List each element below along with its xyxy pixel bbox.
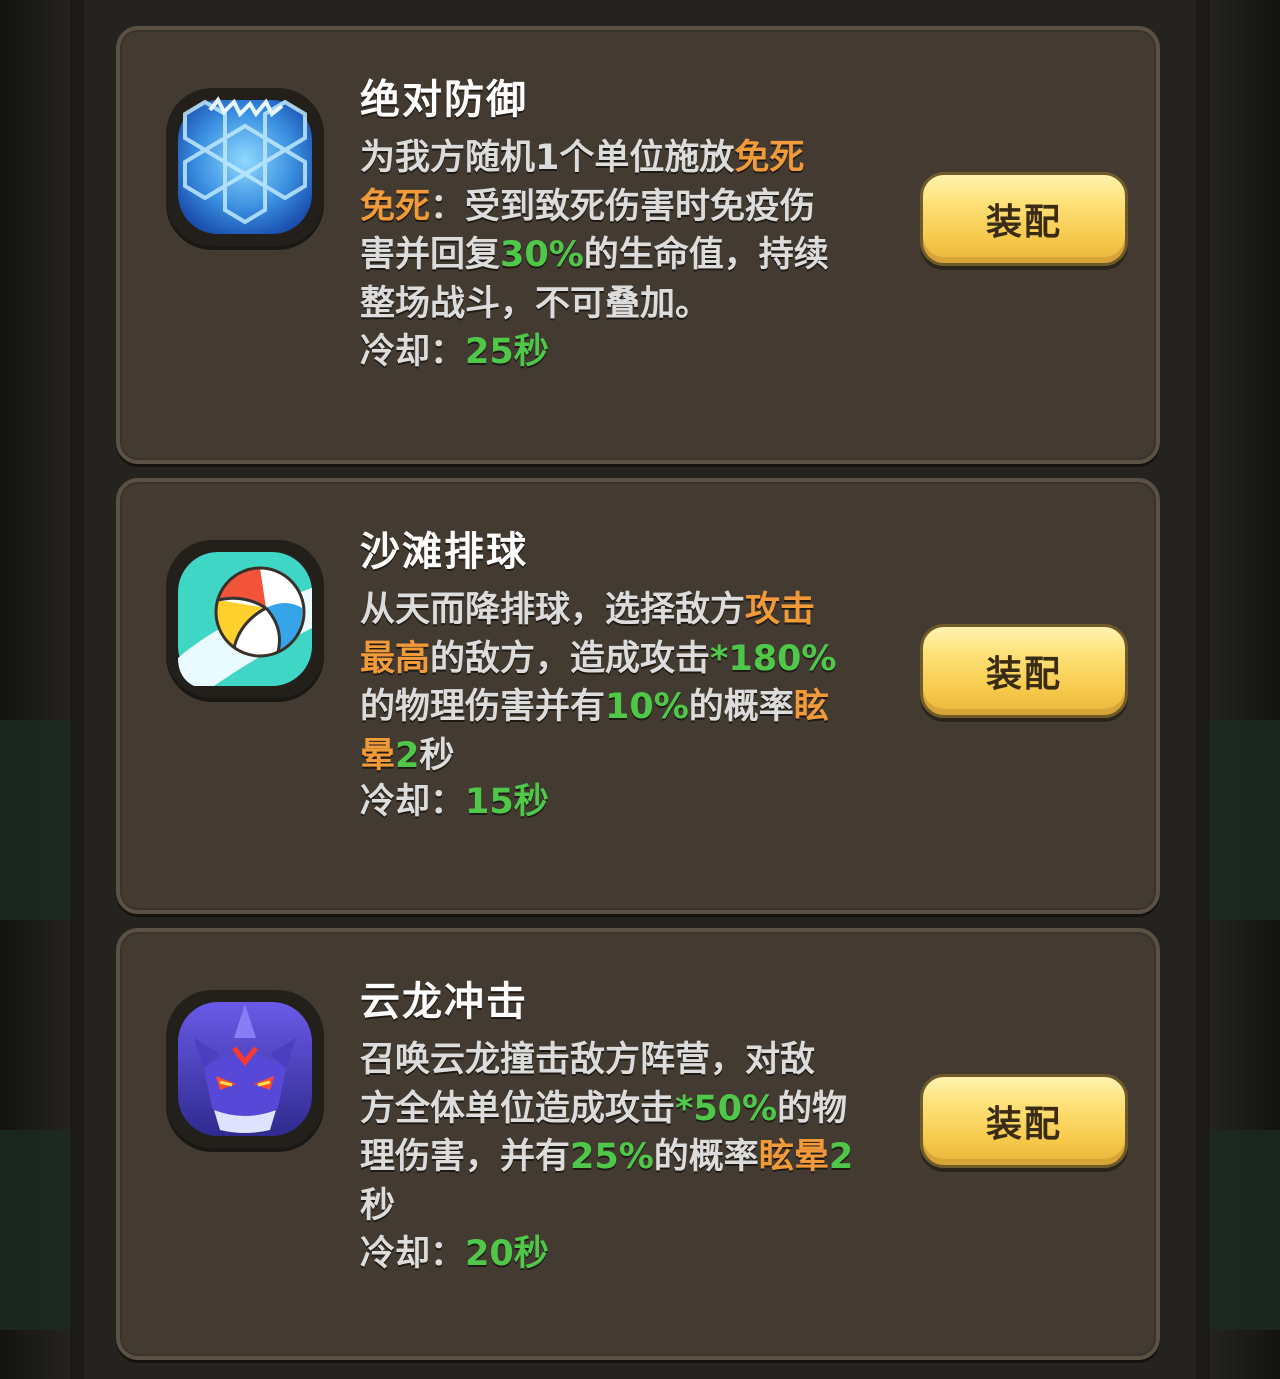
equip-button[interactable]: 装配 (920, 1074, 1128, 1168)
equip-button[interactable]: 装配 (920, 172, 1128, 266)
description-text: 召唤云龙撞击敌方阵营，对敌 (360, 1040, 816, 1080)
skill-description: 从天而降排球，选择敌方攻击最高的敌方，造成攻击*180% 的物理伤害并有10%的概… (360, 586, 890, 780)
description-text: 从天而降排球，选择敌方 (360, 590, 746, 630)
cooldown-value: 15秒 (465, 782, 549, 822)
cooldown-value: 25秒 (465, 332, 549, 372)
description-text: 方全体单位造成攻击 (360, 1088, 676, 1129)
description-highlight: 眩 (793, 687, 829, 727)
description-highlight: *180% (710, 638, 837, 679)
description-text: 的物 (777, 1088, 848, 1129)
description-highlight: 2 (828, 1137, 854, 1177)
description-highlight: 2 (395, 735, 420, 776)
description-text: 为我方随机1个单位施放 (360, 138, 735, 178)
description-text: 的生命值，持续 (583, 235, 829, 275)
volleyball-icon (166, 540, 324, 698)
skill-card: 云龙冲击 召唤云龙撞击敌方阵营，对敌 方全体单位造成攻击*50%的物 理伤害，并有2… (116, 928, 1160, 1360)
skill-card: 绝对防御 为我方随机1个单位施放免死 免死：受到致死伤害时免疫伤 害并回复30%的生… (116, 26, 1160, 464)
description-text: 的物理伤害并有 (360, 687, 606, 727)
equip-button[interactable]: 装配 (920, 624, 1128, 718)
description-text: 的概率 (653, 1137, 759, 1177)
cooldown-label: 冷却： (360, 332, 466, 372)
description-text: 秒 (360, 1185, 396, 1226)
skill-cooldown: 冷却：25秒 (360, 328, 549, 376)
description-highlight: 30% (500, 235, 584, 275)
description-highlight: 25% (570, 1137, 654, 1177)
skill-cooldown: 冷却：20秒 (360, 1230, 549, 1278)
description-highlight: 晕 (360, 735, 396, 776)
description-text: 理伤害，并有 (360, 1137, 571, 1177)
skill-cooldown: 冷却：15秒 (360, 778, 549, 826)
description-text: 秒 (419, 735, 455, 776)
skill-title: 云龙冲击 (360, 979, 528, 1025)
skill-title: 绝对防御 (360, 77, 528, 123)
description-text: ：受到致死伤害时免疫伤 (430, 186, 816, 227)
description-text: 害并回复 (360, 235, 501, 275)
description-highlight: 攻击 (745, 590, 816, 630)
skill-description: 为我方随机1个单位施放免死 免死：受到致死伤害时免疫伤 害并回复30%的生命值，持续… (360, 134, 890, 328)
description-highlight: 最高 (360, 638, 431, 679)
description-text: 的概率 (688, 687, 794, 727)
description-text: 整场战斗，不可叠加。 (360, 283, 711, 324)
cooldown-label: 冷却： (360, 1234, 466, 1274)
skill-list: 绝对防御 为我方随机1个单位施放免死 免死：受到致死伤害时免疫伤 害并回复30%的生… (116, 26, 1160, 1360)
skill-card: 沙滩排球 从天而降排球，选择敌方攻击最高的敌方，造成攻击*180% 的物理伤害并有… (116, 478, 1160, 914)
description-highlight: 眩晕 (758, 1137, 829, 1177)
shield-hexagon-icon (166, 88, 324, 246)
description-highlight: 10% (605, 687, 689, 727)
skill-description: 召唤云龙撞击敌方阵营，对敌 方全体单位造成攻击*50%的物理伤害，并有25%的概率… (360, 1036, 890, 1230)
skill-title: 沙滩排球 (360, 529, 528, 575)
description-highlight: 免死 (734, 138, 805, 178)
left-rail (0, 0, 70, 1379)
description-text: 的敌方，造成攻击 (430, 638, 711, 679)
cooldown-label: 冷却： (360, 782, 466, 822)
description-highlight: *50% (675, 1088, 778, 1129)
right-rail (1210, 0, 1280, 1379)
dragon-icon (166, 990, 324, 1148)
description-highlight: 免死 (360, 186, 431, 227)
cooldown-value: 20秒 (465, 1234, 549, 1274)
